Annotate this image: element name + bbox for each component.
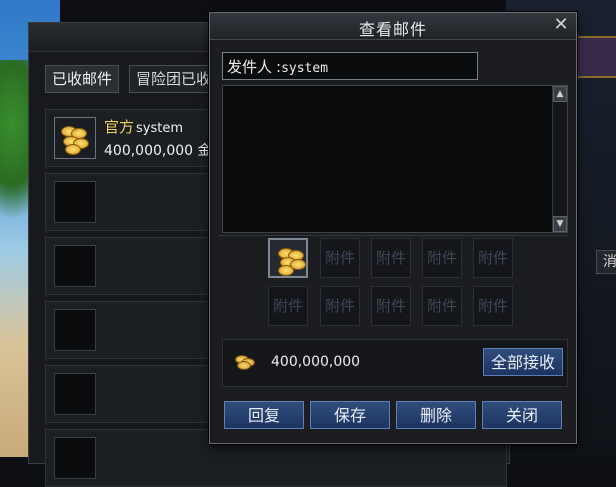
mail-sender: 官方 system — [104, 118, 184, 136]
dialog-title: 查看邮件 — [358, 20, 427, 39]
delete-button[interactable]: 删除 — [396, 401, 476, 429]
dialog-titlebar[interactable]: 查看邮件 ✕ — [210, 13, 576, 40]
receive-all-button[interactable]: 全部接收 — [483, 348, 563, 376]
attachment-slot[interactable]: 附件 — [371, 286, 411, 326]
gold-coin-icon — [235, 355, 255, 370]
attachment-slot[interactable]: 附件 — [268, 286, 308, 326]
attachment-slot[interactable]: 附件 — [422, 238, 462, 278]
view-mail-dialog: 查看邮件 ✕ 发件人:system ▲ ▼ 附件 附件 附件 附件 附件 附件 … — [209, 12, 577, 444]
content-scrollbar[interactable]: ▲ ▼ — [552, 86, 567, 232]
gold-coins-icon — [54, 117, 96, 159]
empty-slot — [54, 245, 96, 287]
attachment-slot[interactable]: 附件 — [320, 238, 360, 278]
scroll-down-icon[interactable]: ▼ — [553, 216, 567, 232]
divider — [218, 235, 568, 236]
scroll-up-icon[interactable]: ▲ — [553, 86, 567, 102]
save-button[interactable]: 保存 — [310, 401, 390, 429]
close-icon[interactable]: ✕ — [552, 15, 570, 35]
attachment-gold-icon[interactable] — [268, 238, 308, 278]
close-button[interactable]: 关闭 — [482, 401, 562, 429]
tab-consumable[interactable]: 消 — [596, 250, 616, 274]
tab-received-mail[interactable]: 已收邮件 — [45, 65, 120, 93]
mail-amount: 400,000,000 金币 — [104, 143, 226, 159]
reply-button[interactable]: 回复 — [224, 401, 304, 429]
empty-slot — [54, 373, 96, 415]
attachment-slot[interactable]: 附件 — [422, 286, 462, 326]
party-portrait[interactable] — [574, 36, 616, 78]
sender-field: 发件人:system — [222, 52, 478, 80]
attachment-slot[interactable]: 附件 — [473, 238, 513, 278]
attachment-slot[interactable]: 附件 — [320, 286, 360, 326]
sender-label: 发件人:system — [227, 58, 329, 76]
attachment-slot[interactable]: 附件 — [473, 286, 513, 326]
empty-slot — [54, 437, 96, 479]
empty-slot — [54, 181, 96, 223]
gold-amount: 400,000,000 — [271, 354, 361, 370]
gold-attachment-row: 400,000,000 全部接收 — [222, 339, 568, 387]
mail-content-area[interactable]: ▲ ▼ — [222, 85, 568, 233]
empty-slot — [54, 309, 96, 351]
attachment-slot[interactable]: 附件 — [371, 238, 411, 278]
